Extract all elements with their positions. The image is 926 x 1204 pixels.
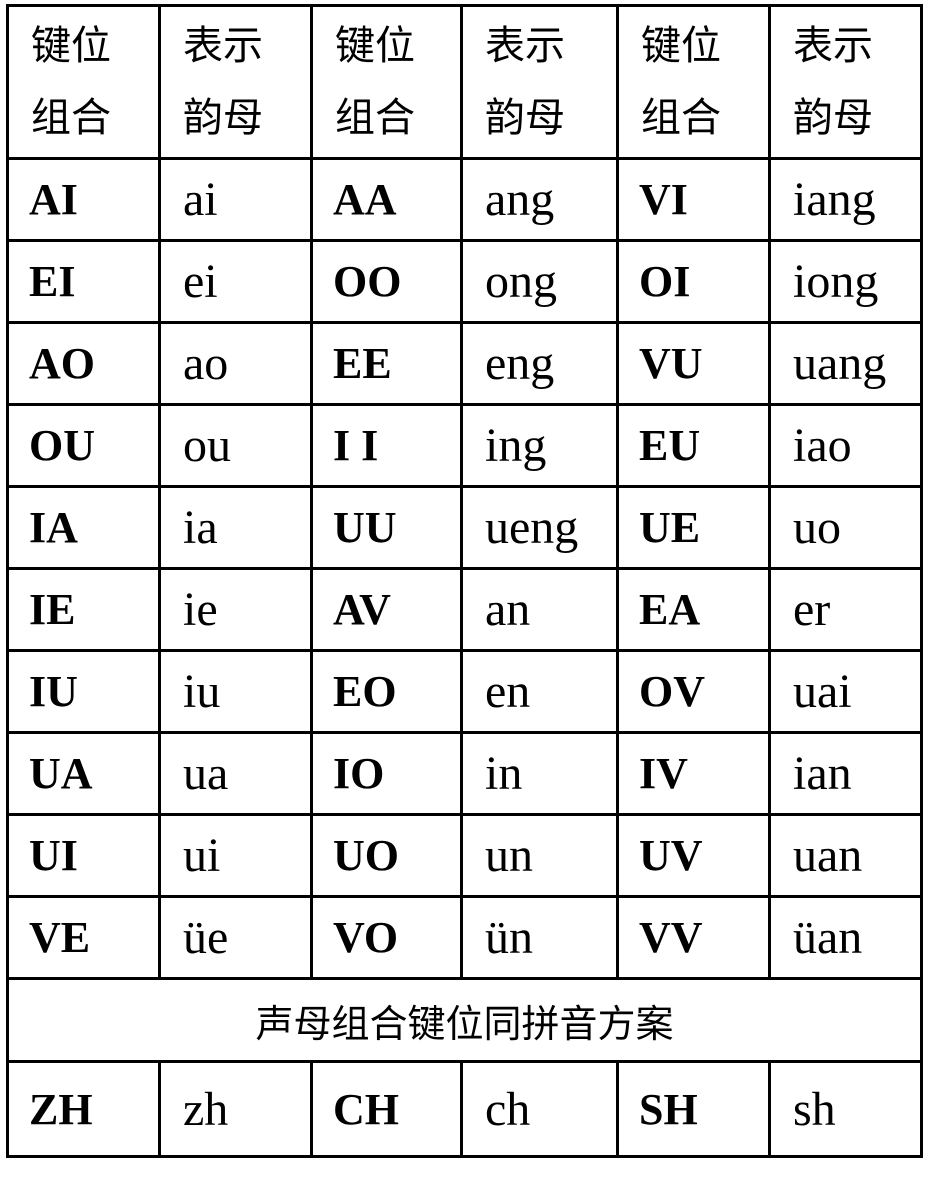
section-title: 声母组合键位同拼音方案 [6,977,923,1063]
key-combination-cell: CH [310,1060,463,1158]
key-combination-cell: VI [616,157,771,242]
key-combination-cell: UV [616,813,771,898]
header-text-line2: 韵母 [793,95,873,141]
initials-row: ZH zh CH ch SH sh [6,1060,923,1158]
final-cell: er [768,567,923,652]
final-cell: iu [158,649,313,734]
key-combination-cell: EE [310,321,463,406]
table-row: IU iu EO en OV uai [6,649,923,734]
key-combination-cell: UO [310,813,463,898]
final-cell: en [460,649,619,734]
key-combination-cell: UI [6,813,161,898]
key-combination-cell: IU [6,649,161,734]
table-row: UA ua IO in IV ian [6,731,923,816]
header-final: 表示 韵母 [768,4,923,160]
key-combination-cell: EU [616,403,771,488]
key-combination-cell: SH [616,1060,771,1158]
final-cell: iang [768,157,923,242]
final-cell: uai [768,649,923,734]
key-combination-cell: ZH [6,1060,161,1158]
final-cell: ia [158,485,313,570]
key-combination-cell: IO [310,731,463,816]
final-cell: ou [158,403,313,488]
final-cell: eng [460,321,619,406]
final-cell: ui [158,813,313,898]
header-final: 表示 韵母 [460,4,619,160]
final-cell: ang [460,157,619,242]
header-text-line1: 键位 [31,23,111,69]
section-title-row: 声母组合键位同拼音方案 [6,977,923,1063]
initial-cell: ch [460,1060,619,1158]
table-row: UI ui UO un UV uan [6,813,923,898]
final-cell: uan [768,813,923,898]
key-combination-cell: AO [6,321,161,406]
header-text-line1: 表示 [183,23,263,69]
initial-cell: zh [158,1060,313,1158]
final-cell: in [460,731,619,816]
table-row: IE ie AV an EA er [6,567,923,652]
final-cell: ao [158,321,313,406]
final-cell: ong [460,239,619,324]
final-cell: ing [460,403,619,488]
final-cell: ün [460,895,619,980]
header-text-line1: 键位 [335,23,415,69]
final-cell: üe [158,895,313,980]
table-row: AI ai AA ang VI iang [6,157,923,242]
header-key-combination: 键位 组合 [310,4,463,160]
key-combination-cell: IA [6,485,161,570]
final-cell: ai [158,157,313,242]
final-cell: uo [768,485,923,570]
final-cell: üan [768,895,923,980]
header-key-combination: 键位 组合 [6,4,161,160]
key-combination-cell: UA [6,731,161,816]
key-combination-cell: IV [616,731,771,816]
header-text-line2: 组合 [335,95,415,141]
key-combination-cell: EA [616,567,771,652]
final-cell: iao [768,403,923,488]
final-cell: un [460,813,619,898]
final-cell: ua [158,731,313,816]
key-combination-cell: UU [310,485,463,570]
table-row: OU ou I Iing EU iao [6,403,923,488]
final-cell: ian [768,731,923,816]
final-cell: iong [768,239,923,324]
header-text-line1: 表示 [793,23,873,69]
key-combination-cell: VU [616,321,771,406]
key-combination-cell: OO [310,239,463,324]
key-combination-cell: OV [616,649,771,734]
key-combination-cell: OU [6,403,161,488]
table-row: IA ia UU ueng UE uo [6,485,923,570]
table-row: AO ao EE eng VU uang [6,321,923,406]
initial-cell: sh [768,1060,923,1158]
header-final: 表示 韵母 [158,4,313,160]
key-combination-cell: EO [310,649,463,734]
key-combination-cell: UE [616,485,771,570]
header-text-line2: 韵母 [485,95,565,141]
final-cell: ie [158,567,313,652]
header-text-line2: 韵母 [183,95,263,141]
key-combination-cell: AA [310,157,463,242]
header-text-line1: 表示 [485,23,565,69]
key-combination-cell: EI [6,239,161,324]
table-row: VE üe VO ün VV üan [6,895,923,980]
header-text-line1: 键位 [641,23,721,69]
pinyin-key-combination-table: 键位 组合 表示 韵母 键位 组合 表示 韵母 键位 组合 表示 韵母 AI ai AA ang V… [6,4,923,1158]
header-key-combination: 键位 组合 [616,4,771,160]
key-combination-cell: VO [310,895,463,980]
key-combination-cell: VV [616,895,771,980]
key-combination-cell: VE [6,895,161,980]
header-text-line2: 组合 [31,95,111,141]
key-combination-cell: AV [310,567,463,652]
key-combination-cell: AI [6,157,161,242]
table-row: EI ei OO ong OI iong [6,239,923,324]
final-cell: ueng [460,485,619,570]
header-row: 键位组合 表示韵母 键位组合 表示韵母 键位组合 表示韵母 [6,4,923,160]
key-combination-cell: I I [310,403,463,488]
final-cell: uang [768,321,923,406]
key-combination-cell: OI [616,239,771,324]
key-combination-cell: IE [6,567,161,652]
final-cell: an [460,567,619,652]
header-text-line2: 组合 [641,95,721,141]
final-cell: ei [158,239,313,324]
